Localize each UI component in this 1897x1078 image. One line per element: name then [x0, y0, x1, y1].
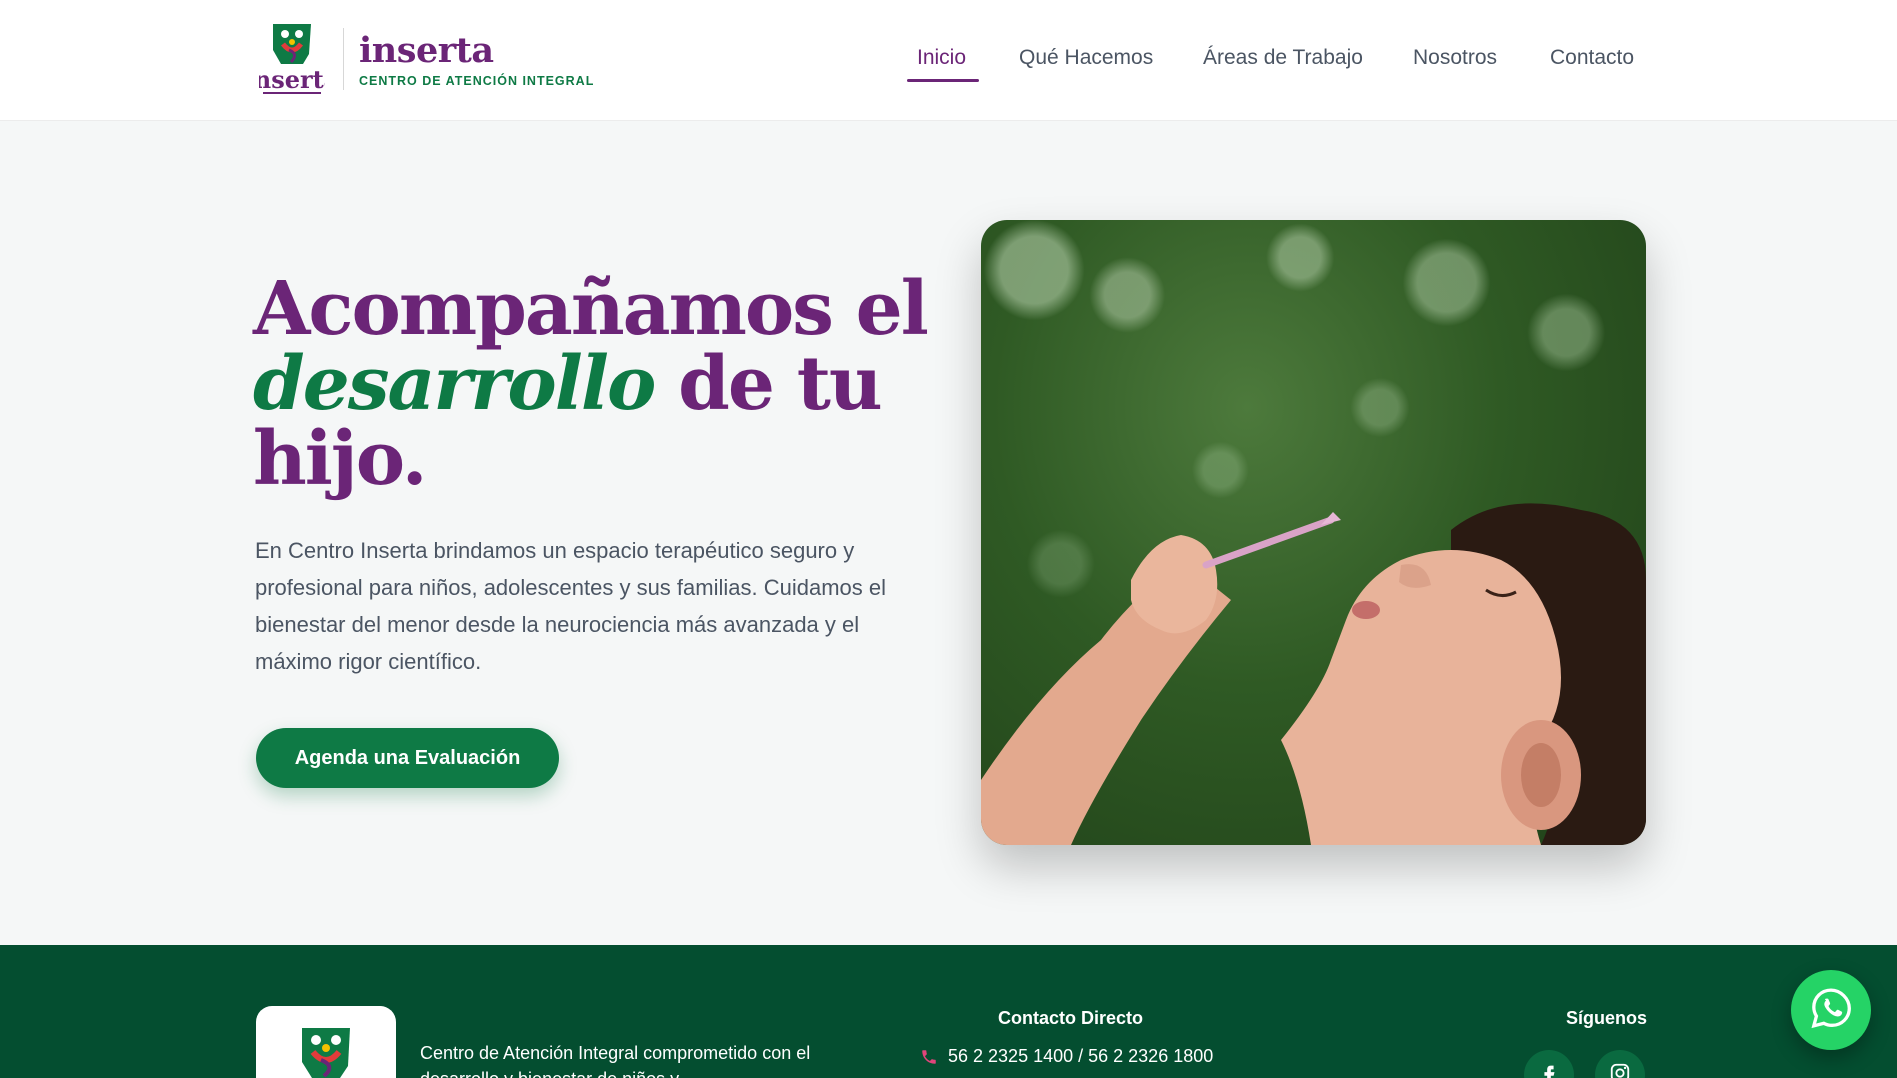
brand-tagline: CENTRO DE ATENCIÓN INTEGRAL	[359, 73, 595, 88]
nav-item-inicio[interactable]: Inicio	[917, 44, 966, 72]
footer-logo	[256, 1006, 396, 1078]
footer-contact-title: Contacto Directo	[998, 1008, 1144, 1028]
nav-item-areas-de-trabajo[interactable]: Áreas de Trabajo	[1203, 44, 1363, 72]
footer-description: Centro de Atención Integral comprometido…	[420, 1043, 811, 1078]
svg-text:inserta: inserta	[259, 65, 325, 94]
hero-description: En Centro Inserta brindamos un espacio t…	[255, 538, 886, 674]
hero-title-part1: Acompañamos el	[253, 266, 929, 352]
site-header: inserta inserta CENTRO DE ATENCIÓN INTEG…	[0, 0, 1897, 121]
hero-title-emphasis: desarrollo	[253, 341, 656, 427]
brand-text: inserta CENTRO DE ATENCIÓN INTEGRAL	[359, 29, 595, 88]
brand-name: inserta	[359, 29, 494, 71]
footer-social-title: Síguenos	[1566, 1008, 1648, 1028]
footer-phone[interactable]: 56 2 2325 1400 / 56 2 2326 1800	[920, 1046, 1213, 1067]
brand[interactable]: inserta inserta CENTRO DE ATENCIÓN INTEG…	[245, 20, 595, 98]
nav-active-indicator	[907, 79, 979, 82]
site-footer: Centro de Atención Integral comprometido…	[0, 945, 1897, 1078]
nav-item-contacto[interactable]: Contacto	[1550, 44, 1634, 72]
whatsapp-button[interactable]	[1791, 970, 1871, 1050]
inserta-logo: inserta	[245, 20, 339, 98]
hero-image	[981, 220, 1646, 845]
facebook-icon	[1538, 1062, 1560, 1078]
instagram-icon	[1609, 1062, 1631, 1078]
hero-title-part2: de tu	[654, 341, 883, 427]
instagram-button[interactable]	[1595, 1050, 1645, 1078]
nav-item-nosotros[interactable]: Nosotros	[1413, 44, 1497, 72]
nav-item-que-hacemos[interactable]: Qué Hacemos	[1019, 44, 1153, 72]
hero-title: Acompañamos el desarrollo de tu hijo.	[253, 272, 953, 497]
schedule-evaluation-button[interactable]: Agenda una Evaluación	[256, 728, 559, 788]
phone-number: 56 2 2325 1400 / 56 2 2326 1800	[948, 1046, 1214, 1066]
brand-divider	[343, 28, 344, 90]
whatsapp-icon	[1809, 986, 1853, 1035]
facebook-button[interactable]	[1524, 1050, 1574, 1078]
phone-icon	[920, 1048, 938, 1066]
hero-title-part3: hijo.	[253, 416, 428, 502]
